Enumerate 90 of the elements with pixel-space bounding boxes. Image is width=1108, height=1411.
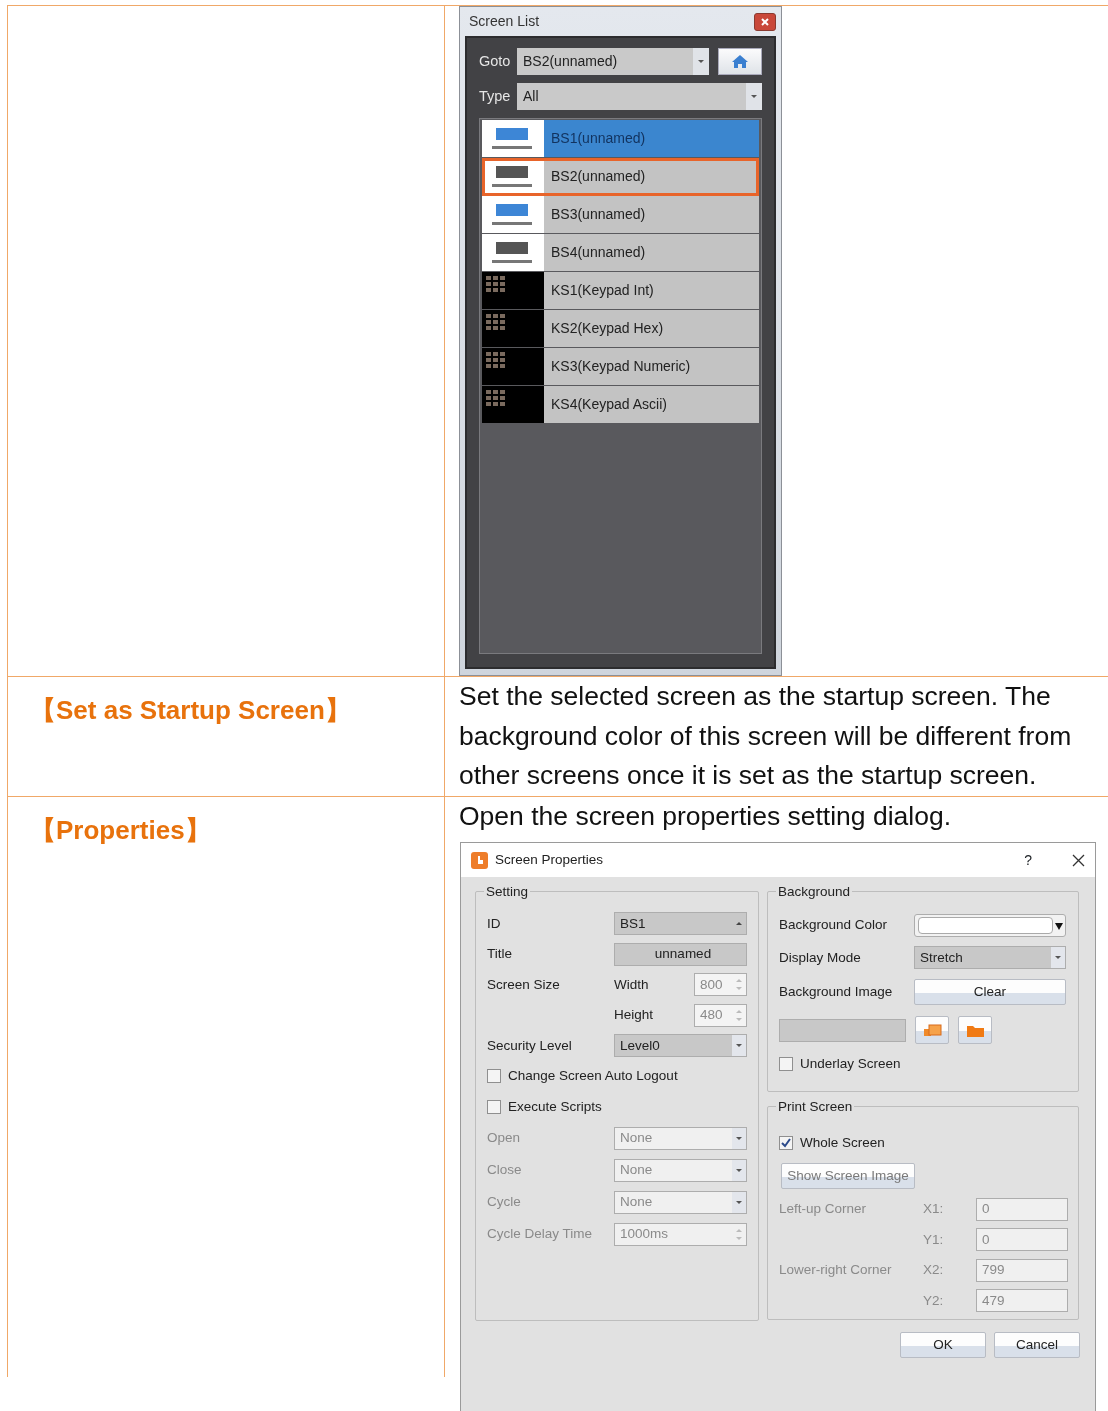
id-spinner[interactable]: BS1 bbox=[614, 912, 747, 936]
folder-button[interactable] bbox=[958, 1016, 992, 1044]
picture-icon bbox=[922, 1023, 942, 1037]
display-mode-dropdown[interactable]: Stretch bbox=[914, 946, 1066, 970]
title-field[interactable]: unnamed bbox=[614, 942, 747, 966]
field-label: Background Color bbox=[779, 916, 889, 935]
close-icon bbox=[1072, 853, 1085, 867]
screen-list-item[interactable]: KS1(Keypad Int) bbox=[482, 272, 759, 310]
up-arrow-icon bbox=[735, 978, 743, 984]
field-label: X2: bbox=[923, 1261, 945, 1280]
close-button[interactable] bbox=[1072, 853, 1085, 867]
field-label: Lower-right Corner bbox=[779, 1261, 893, 1280]
caret-icon bbox=[735, 1043, 743, 1049]
home-icon bbox=[731, 54, 749, 69]
screen-list-item[interactable]: KS3(Keypad Numeric) bbox=[482, 348, 759, 386]
field-label: Title bbox=[487, 945, 513, 964]
field-label: Display Mode bbox=[779, 948, 862, 967]
color-picker[interactable] bbox=[914, 914, 1066, 937]
type-dropdown[interactable]: All bbox=[517, 83, 762, 110]
screen-list-item[interactable]: BS3(unnamed) bbox=[482, 196, 759, 234]
dialog-title: Screen Properties bbox=[495, 850, 605, 869]
caret-icon bbox=[735, 1135, 743, 1141]
field-label: Cycle bbox=[487, 1192, 522, 1211]
goto-dropdown[interactable]: BS2(unnamed) bbox=[517, 48, 709, 75]
field-label: Close bbox=[487, 1160, 523, 1179]
section-label: 【Set as Startup Screen】 bbox=[30, 694, 351, 727]
screen-list-item[interactable]: KS4(Keypad Ascii) bbox=[482, 386, 759, 424]
description-text: Open the screen properties setting dialog. bbox=[458, 799, 953, 833]
down-arrow-icon bbox=[735, 1235, 743, 1241]
ok-button[interactable]: OK bbox=[900, 1332, 986, 1358]
caret-icon bbox=[750, 94, 758, 99]
clear-button[interactable]: Clear bbox=[914, 979, 1066, 1005]
field-label: Security Level bbox=[487, 1036, 573, 1055]
screen-list-item[interactable]: BS4(unnamed) bbox=[482, 234, 759, 272]
caret-icon bbox=[697, 59, 705, 64]
goto-label: Goto bbox=[479, 51, 512, 71]
field-label: X1: bbox=[923, 1200, 945, 1219]
close-icon bbox=[759, 15, 771, 28]
window-title: Screen List bbox=[469, 12, 540, 31]
field-label: Background Image bbox=[779, 982, 894, 1001]
field-label: Y2: bbox=[923, 1291, 945, 1310]
screen-thumbnail bbox=[482, 386, 544, 423]
down-arrow-icon bbox=[735, 1016, 743, 1022]
checkbox[interactable] bbox=[487, 1099, 501, 1114]
screen-thumbnail bbox=[482, 272, 544, 309]
image-button[interactable] bbox=[915, 1016, 949, 1044]
field-label: Height bbox=[614, 1006, 655, 1025]
checkbox[interactable] bbox=[779, 1057, 793, 1072]
field-label: Cycle Delay Time bbox=[487, 1224, 594, 1243]
checkbox-label: Underlay Screen bbox=[800, 1055, 901, 1074]
screen-thumbnail bbox=[482, 196, 544, 233]
checkbox[interactable] bbox=[779, 1135, 793, 1150]
caret-icon bbox=[735, 1199, 743, 1205]
screen-thumbnail bbox=[482, 234, 544, 271]
group-title: Setting bbox=[485, 885, 530, 899]
field-label: Screen Size bbox=[487, 975, 561, 994]
screen-thumbnail bbox=[482, 158, 544, 195]
field-label: Left-up Corner bbox=[779, 1200, 868, 1219]
field-label: Width bbox=[614, 975, 650, 994]
home-button[interactable] bbox=[718, 48, 762, 75]
caret-icon bbox=[735, 1167, 743, 1173]
caret-icon bbox=[1055, 920, 1063, 931]
checkmark-icon bbox=[780, 1137, 792, 1149]
screen-list-item[interactable]: BS2(unnamed) bbox=[482, 158, 759, 196]
close-button[interactable] bbox=[754, 12, 776, 31]
group-title: Background bbox=[777, 885, 852, 899]
checkbox-label: Change Screen Auto Logout bbox=[508, 1067, 678, 1086]
checkbox[interactable] bbox=[487, 1069, 501, 1084]
type-label: Type bbox=[479, 86, 512, 106]
image-path-field[interactable] bbox=[779, 1018, 906, 1042]
section-label: 【Properties】 bbox=[30, 813, 211, 847]
field-label: Y1: bbox=[923, 1230, 945, 1249]
up-arrow-icon bbox=[735, 1008, 743, 1014]
up-arrow-icon bbox=[735, 1227, 743, 1233]
checkbox-label: Execute Scripts bbox=[508, 1097, 602, 1116]
screen-list-item[interactable]: KS2(Keypad Hex) bbox=[482, 310, 759, 348]
caret-icon bbox=[1054, 955, 1062, 961]
field-label: ID bbox=[487, 914, 502, 933]
cancel-button[interactable]: Cancel bbox=[994, 1332, 1080, 1358]
security-level-dropdown[interactable]: Level0 bbox=[614, 1034, 747, 1058]
down-arrow-icon bbox=[735, 986, 743, 992]
app-icon bbox=[471, 851, 488, 869]
up-arrow-icon bbox=[735, 921, 743, 927]
group-title: Print Screen bbox=[777, 1100, 854, 1114]
screen-thumbnail bbox=[482, 310, 544, 347]
description-text: Set the selected screen as the startup screen. The background color of this screen will be different from other screens once it is set as the startup screen. bbox=[458, 680, 1073, 792]
screen-thumbnail bbox=[482, 348, 544, 385]
field-label: Open bbox=[487, 1128, 522, 1147]
checkbox-label: Whole Screen bbox=[800, 1133, 885, 1152]
help-button[interactable]: ? bbox=[1024, 849, 1032, 871]
